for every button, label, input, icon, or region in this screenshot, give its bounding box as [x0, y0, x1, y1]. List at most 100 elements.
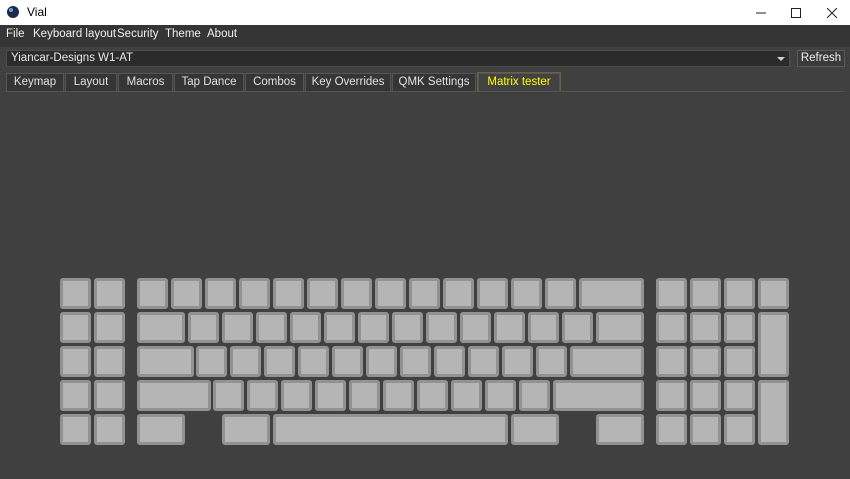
tab-layout[interactable]: Layout [65, 73, 117, 91]
key [690, 414, 721, 445]
key [137, 380, 211, 411]
key [519, 380, 550, 411]
menu-bar: File Keyboard layout Security Theme Abou… [0, 25, 850, 47]
key [290, 312, 321, 343]
key [332, 346, 363, 377]
menu-file[interactable]: File [6, 28, 25, 40]
minimize-icon [756, 12, 766, 13]
key [656, 278, 687, 309]
tab-keymap[interactable]: Keymap [6, 73, 64, 91]
key [392, 312, 423, 343]
tab-matrix-tester[interactable]: Matrix tester [478, 73, 560, 91]
key [222, 312, 253, 343]
maximize-icon [791, 7, 801, 18]
key [468, 346, 499, 377]
key [60, 346, 91, 377]
key [60, 414, 91, 445]
key [758, 380, 789, 445]
key [375, 278, 406, 309]
chevron-down-icon [777, 57, 785, 61]
key [656, 414, 687, 445]
key [94, 380, 125, 411]
key [417, 380, 448, 411]
key [511, 278, 542, 309]
key [273, 414, 508, 445]
key [724, 278, 755, 309]
refresh-button[interactable]: Refresh [797, 50, 845, 67]
key [94, 278, 125, 309]
key [570, 346, 644, 377]
key [690, 346, 721, 377]
key [434, 346, 465, 377]
key [137, 346, 194, 377]
key [137, 312, 185, 343]
key [247, 380, 278, 411]
minimize-button[interactable] [744, 0, 778, 25]
key [758, 312, 789, 377]
key [222, 414, 270, 445]
key [656, 346, 687, 377]
tab-key-overrides[interactable]: Key Overrides [305, 73, 391, 91]
key [358, 312, 389, 343]
key [690, 312, 721, 343]
key [724, 414, 755, 445]
key [264, 346, 295, 377]
key [690, 380, 721, 411]
title-bar: Vial [0, 0, 850, 25]
menu-about[interactable]: About [207, 28, 237, 40]
key [553, 380, 644, 411]
key [426, 312, 457, 343]
key [596, 312, 644, 343]
key [485, 380, 516, 411]
key [494, 312, 525, 343]
key [94, 414, 125, 445]
close-button[interactable] [815, 0, 849, 25]
key [562, 312, 593, 343]
key [60, 312, 91, 343]
key [137, 414, 185, 445]
key [324, 312, 355, 343]
key [366, 346, 397, 377]
key [409, 278, 440, 309]
tab-qmk-settings[interactable]: QMK Settings [392, 73, 476, 91]
key [205, 278, 236, 309]
key [443, 278, 474, 309]
key [596, 414, 644, 445]
window-title: Vial [27, 5, 47, 19]
vial-logo-icon [7, 6, 19, 18]
key [502, 346, 533, 377]
key [94, 312, 125, 343]
key [60, 380, 91, 411]
key [724, 380, 755, 411]
tab-tap-dance[interactable]: Tap Dance [174, 73, 244, 91]
key [171, 278, 202, 309]
key [656, 380, 687, 411]
key [230, 346, 261, 377]
key [536, 346, 567, 377]
menu-security[interactable]: Security [117, 28, 159, 40]
key [341, 278, 372, 309]
menu-theme[interactable]: Theme [165, 28, 201, 40]
key [315, 380, 346, 411]
key [281, 380, 312, 411]
key [545, 278, 576, 309]
maximize-button[interactable] [779, 0, 813, 25]
tab-macros[interactable]: Macros [118, 73, 173, 91]
key [188, 312, 219, 343]
key [94, 346, 125, 377]
key [137, 278, 168, 309]
key [477, 278, 508, 309]
key [724, 346, 755, 377]
keyboard-selector-value: Yiancar-Designs W1-AT [11, 52, 134, 64]
key [213, 380, 244, 411]
key [60, 278, 91, 309]
key [758, 278, 789, 309]
menu-keyboard-layout[interactable]: Keyboard layout [33, 28, 116, 40]
tab-combos[interactable]: Combos [245, 73, 304, 91]
keyboard-selector[interactable]: Yiancar-Designs W1-AT [6, 50, 790, 67]
key [579, 278, 644, 309]
key [256, 312, 287, 343]
close-icon [827, 7, 837, 18]
key [511, 414, 559, 445]
key [349, 380, 380, 411]
